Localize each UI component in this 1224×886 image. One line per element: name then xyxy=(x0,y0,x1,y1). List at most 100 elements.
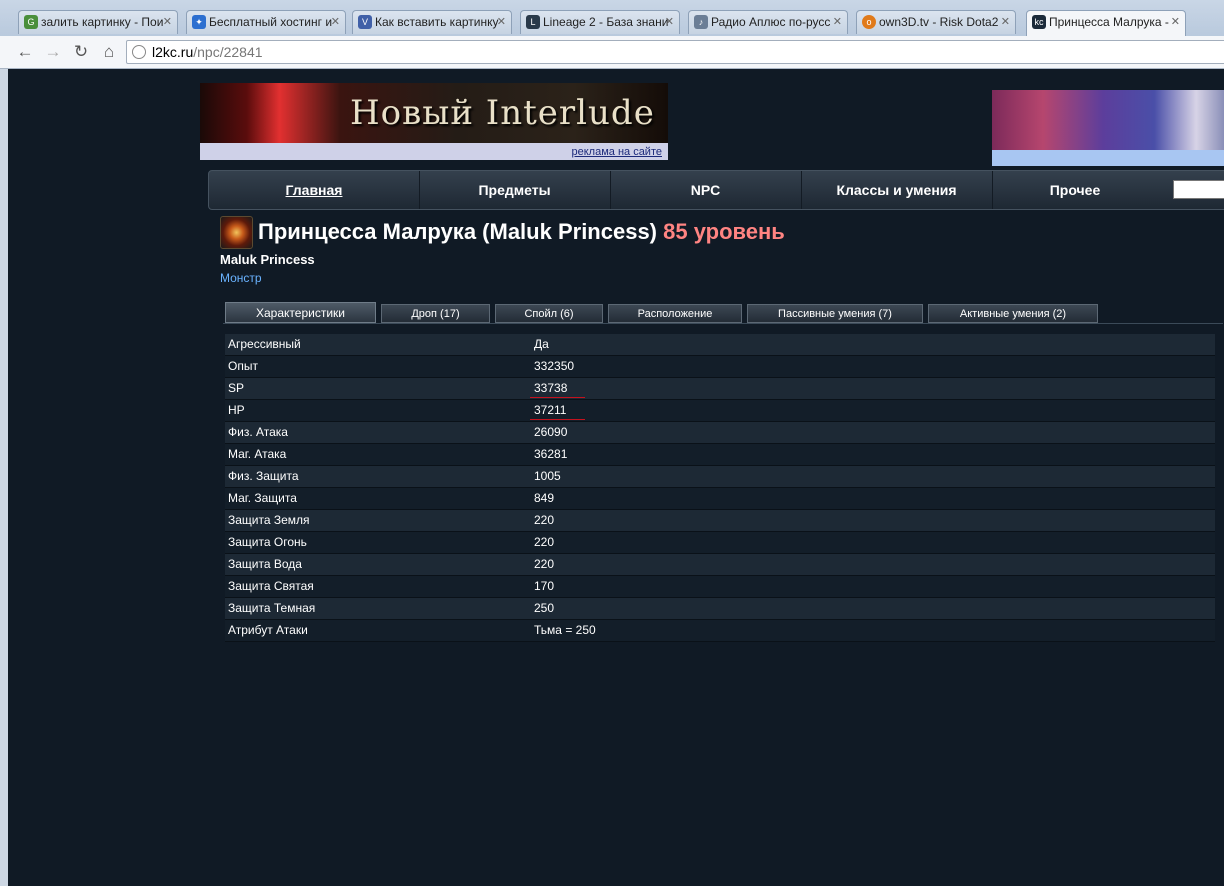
close-icon[interactable]: ✕ xyxy=(1171,11,1180,33)
tab-title: Радио Аплюс по-русс xyxy=(711,15,831,29)
banner-title: Новый Interlude xyxy=(350,93,655,133)
bird-favicon-icon: ✦ xyxy=(192,15,206,29)
stat-value: Да xyxy=(534,337,549,351)
reload-icon[interactable]: ↻ xyxy=(70,41,92,63)
v-favicon-icon: V xyxy=(358,15,372,29)
table-row: Защита Святая 170 xyxy=(225,576,1215,598)
nav-item-other[interactable]: Прочее xyxy=(992,171,1158,209)
browser-tab-active[interactable]: kc Принцесса Малрука - ✕ xyxy=(1026,10,1186,36)
stat-value: Тьма = 250 xyxy=(534,623,596,637)
url-host: l2kc.ru xyxy=(152,44,194,60)
url-path: /npc/22841 xyxy=(193,44,263,60)
browser-toolbar: ← → ↻ ⌂ l2kc.ru/npc/22841 xyxy=(0,36,1224,69)
page-viewport: Новый Interlude реклама на сайте Главная… xyxy=(8,69,1224,886)
browser-tab[interactable]: o own3D.tv - Risk Dota2 ✕ xyxy=(856,10,1016,34)
tab-title: Принцесса Малрука - xyxy=(1049,15,1169,29)
red-underline-mark xyxy=(530,397,585,398)
side-banner-image xyxy=(992,90,1224,150)
red-underline-mark xyxy=(530,419,585,420)
npc-avatar xyxy=(220,216,253,249)
browser-tab[interactable]: ♪ Радио Аплюс по-русс ✕ xyxy=(688,10,848,34)
stats-table: Агрессивный Да Опыт 332350 SP 33738 HP 3… xyxy=(225,334,1215,642)
nav-item-classes[interactable]: Классы и умения xyxy=(801,171,993,209)
stat-label: Защита Земля xyxy=(228,513,310,527)
stat-value: 26090 xyxy=(534,425,568,439)
stat-label: Защита Святая xyxy=(228,579,314,593)
home-icon[interactable]: ⌂ xyxy=(98,41,120,63)
tab-title: Бесплатный хостинг и xyxy=(209,15,333,29)
table-row: Физ. Атака 26090 xyxy=(225,422,1215,444)
nav-item-npc[interactable]: NPC xyxy=(610,171,802,209)
stat-label: Атрибут Атаки xyxy=(228,623,308,637)
browser-tab[interactable]: V Как вставить картинку ✕ xyxy=(352,10,512,34)
table-row: Защита Темная 250 xyxy=(225,598,1215,620)
tab-spoil[interactable]: Спойл (6) xyxy=(495,304,603,323)
tab-location[interactable]: Расположение xyxy=(608,304,742,323)
stat-label: Физ. Атака xyxy=(228,425,288,439)
main-navigation: Главная Предметы NPC Классы и умения Про… xyxy=(208,170,1224,210)
close-icon[interactable]: ✕ xyxy=(833,11,842,33)
stat-value: 332350 xyxy=(534,359,575,373)
site-banner[interactable]: Новый Interlude реклама на сайте xyxy=(200,83,668,160)
browser-tabstrip: G залить картинку - Пои ✕ ✦ Бесплатный х… xyxy=(0,0,1224,40)
table-row: Защита Огонь 220 xyxy=(225,532,1215,554)
ad-link[interactable]: реклама на сайте xyxy=(572,146,663,158)
tab-title: залить картинку - Пои xyxy=(41,15,164,29)
stat-label: Защита Огонь xyxy=(228,535,307,549)
table-row: SP 33738 xyxy=(225,378,1215,400)
stat-value: 220 xyxy=(534,557,555,571)
tab-title: Lineage 2 - База знани xyxy=(543,15,669,29)
stat-value: 849 xyxy=(534,491,555,505)
tab-drop[interactable]: Дроп (17) xyxy=(381,304,490,323)
npc-level: 85 уровень xyxy=(663,219,785,244)
close-icon[interactable]: ✕ xyxy=(1001,11,1010,33)
address-bar[interactable]: l2kc.ru/npc/22841 xyxy=(126,40,1224,64)
stat-label: Физ. Защита xyxy=(228,469,299,483)
tab-title: own3D.tv - Risk Dota2 xyxy=(879,15,999,29)
stat-label: SP xyxy=(228,381,245,395)
stat-value: 220 xyxy=(534,513,555,527)
side-banner[interactable] xyxy=(992,90,1224,166)
table-row: HP 37211 xyxy=(225,400,1215,422)
close-icon[interactable]: ✕ xyxy=(331,11,340,33)
browser-tab[interactable]: G залить картинку - Пои ✕ xyxy=(18,10,178,34)
table-row: Маг. Защита 849 xyxy=(225,488,1215,510)
browser-tab[interactable]: L Lineage 2 - База знани ✕ xyxy=(520,10,680,34)
stat-value: 36281 xyxy=(534,447,568,461)
tab-active-skills[interactable]: Активные умения (2) xyxy=(928,304,1098,323)
npc-type-link[interactable]: Монстр xyxy=(220,271,262,285)
close-icon[interactable]: ✕ xyxy=(665,11,674,33)
stat-label: Маг. Защита xyxy=(228,491,297,505)
tabs-divider xyxy=(223,323,1223,324)
stat-label: Защита Вода xyxy=(228,557,302,571)
tab-title: Как вставить картинку xyxy=(375,15,499,29)
stat-value: 33738 xyxy=(534,381,568,395)
stat-label: Маг. Атака xyxy=(228,447,287,461)
nav-item-items[interactable]: Предметы xyxy=(419,171,611,209)
search-input[interactable] xyxy=(1173,180,1224,199)
tab-passive-skills[interactable]: Пассивные умения (7) xyxy=(747,304,923,323)
table-row: Опыт 332350 xyxy=(225,356,1215,378)
close-icon[interactable]: ✕ xyxy=(497,11,506,33)
stat-value: 170 xyxy=(534,579,555,593)
npc-english-name: Maluk Princess xyxy=(220,252,315,267)
back-arrow-icon[interactable]: ← xyxy=(14,41,36,63)
browser-tab[interactable]: ✦ Бесплатный хостинг и ✕ xyxy=(186,10,346,34)
stat-value: 37211 xyxy=(534,403,567,417)
table-row: Агрессивный Да xyxy=(225,334,1215,356)
l2-favicon-icon: L xyxy=(526,15,540,29)
stat-value: 250 xyxy=(534,601,555,615)
close-icon[interactable]: ✕ xyxy=(163,11,172,33)
page-title: Принцесса Малрука (Maluk Princess) 85 ур… xyxy=(258,219,785,245)
stat-value: 1005 xyxy=(534,469,561,483)
kc-favicon-icon: kc xyxy=(1032,15,1046,29)
nav-item-home[interactable]: Главная xyxy=(209,171,420,209)
own3d-favicon-icon: o xyxy=(862,15,876,29)
table-row: Защита Земля 220 xyxy=(225,510,1215,532)
stat-label: Опыт xyxy=(228,359,258,373)
stat-value: 220 xyxy=(534,535,555,549)
page-info-icon[interactable] xyxy=(132,45,146,59)
tab-characteristics[interactable]: Характеристики xyxy=(225,302,376,323)
stat-label: Агрессивный xyxy=(228,337,301,351)
forward-arrow-icon[interactable]: → xyxy=(42,41,64,63)
